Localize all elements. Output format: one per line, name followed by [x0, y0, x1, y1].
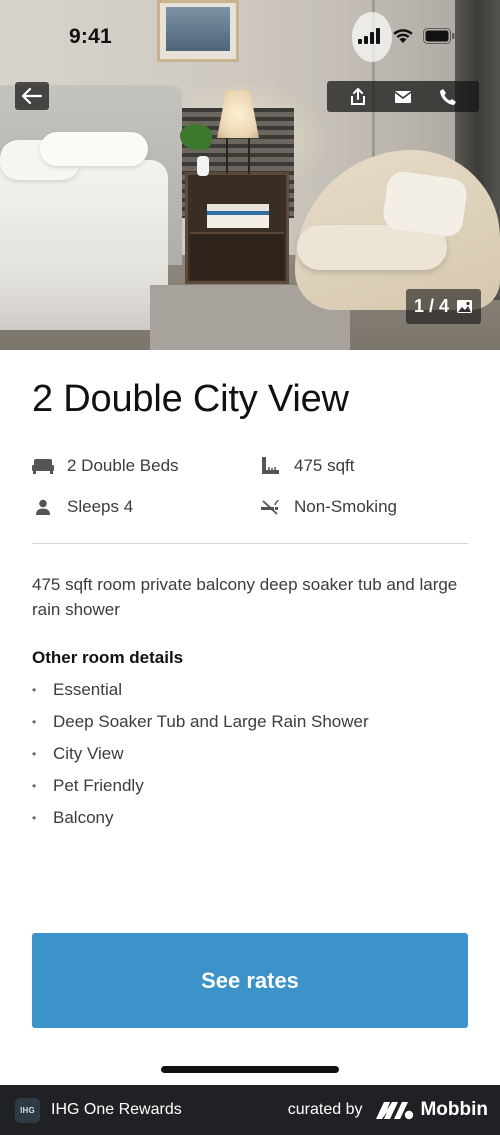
- amenity-beds-label: 2 Double Beds: [67, 456, 179, 475]
- photo-vase: [197, 156, 209, 176]
- photo-lamp-base: [226, 138, 250, 174]
- photo-bed: [0, 160, 168, 330]
- amenity-sleeps: Sleeps 4: [32, 497, 133, 517]
- footer-app-info: IHG IHG One Rewards: [15, 1097, 182, 1123]
- app-logo: IHG: [15, 1097, 40, 1123]
- section-divider: [32, 543, 468, 544]
- person-icon: [32, 497, 54, 517]
- amenity-sleeps-label: Sleeps 4: [67, 497, 134, 516]
- other-details-heading: Other room details: [32, 648, 184, 667]
- list-item: Deep Soaker Tub and Large Rain Shower: [32, 709, 369, 741]
- see-rates-button[interactable]: See rates: [32, 933, 468, 1028]
- mobbin-brand-name: Mobbin: [420, 1099, 488, 1120]
- gallery-icon: [457, 300, 473, 313]
- no-smoking-icon: [259, 497, 281, 517]
- amenity-size-label: 475 sqft: [294, 456, 355, 475]
- photo-counter[interactable]: 1 / 4: [406, 289, 481, 324]
- status-icons: [358, 28, 455, 44]
- call-button[interactable]: [434, 83, 462, 111]
- mobbin-brand: Mobbin: [376, 1099, 488, 1121]
- footer-credit: curated by Mobbin: [288, 1099, 488, 1121]
- photo-pillow: [40, 132, 148, 166]
- mail-icon: [394, 90, 412, 103]
- ruler-icon: [259, 456, 281, 476]
- cellular-signal-icon: [358, 28, 380, 44]
- photo-books: [207, 204, 269, 228]
- photo-armchair-pillow: [381, 169, 469, 239]
- list-item: City View: [32, 741, 369, 773]
- amenity-smoking: Non-Smoking: [259, 497, 397, 517]
- home-indicator: [161, 1066, 339, 1073]
- amenity-size: 475 sqft: [259, 456, 355, 476]
- photo-counter-text: 1 / 4: [413, 296, 450, 316]
- curated-by-label: curated by: [287, 1101, 363, 1118]
- list-item: Pet Friendly: [32, 773, 369, 805]
- app-name: IHG One Rewards: [51, 1101, 182, 1118]
- photo-drawer: [190, 232, 284, 280]
- status-time: 9:41: [69, 25, 112, 48]
- room-details-list: Essential Deep Soaker Tub and Large Rain…: [32, 677, 369, 837]
- list-item: Balcony: [32, 805, 369, 837]
- mobbin-logo-icon: [376, 1102, 414, 1120]
- battery-icon: [423, 28, 455, 44]
- back-button[interactable]: [15, 82, 49, 110]
- room-title: 2 Double City View: [32, 378, 349, 420]
- bed-icon: [32, 456, 54, 476]
- wifi-icon: [393, 29, 413, 43]
- share-button[interactable]: [344, 83, 372, 111]
- list-item: Essential: [32, 677, 369, 709]
- photo-action-bar: [327, 81, 479, 112]
- room-description: 475 sqft room private balcony deep soake…: [32, 575, 458, 619]
- back-arrow-icon: [21, 87, 43, 105]
- mobbin-footer: IHG IHG One Rewards curated by Mobbin: [0, 1085, 500, 1135]
- photo-plant: [180, 124, 212, 150]
- photo-painting: [157, 0, 239, 62]
- amenity-smoking-label: Non-Smoking: [294, 497, 397, 516]
- email-button[interactable]: [389, 83, 417, 111]
- share-icon: [350, 87, 365, 105]
- phone-icon: [440, 88, 457, 105]
- amenity-beds: 2 Double Beds: [32, 456, 179, 476]
